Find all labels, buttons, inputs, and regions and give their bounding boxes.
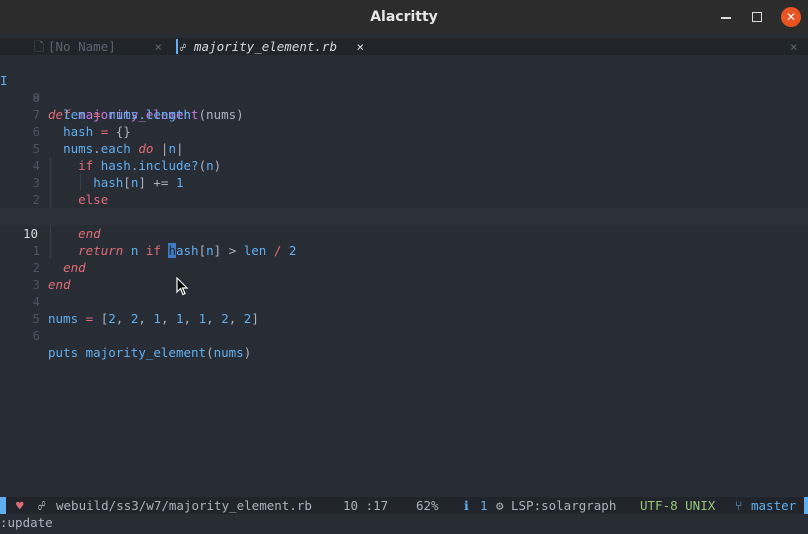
mouse-pointer-icon	[176, 277, 189, 296]
statusline-right-indicator	[804, 497, 808, 514]
ruby-icon: ♥	[16, 498, 24, 513]
tab-close-icon[interactable]: ×	[356, 38, 364, 55]
close-all-tabs-icon[interactable]: ×	[790, 38, 798, 55]
code-text: puts majority_element(nums)	[48, 345, 252, 360]
command-line[interactable]: :update	[0, 514, 53, 531]
encoding-status: UTF-8 UNIX	[640, 498, 716, 513]
statusline-percent: 62%	[416, 498, 439, 513]
tab-no-name[interactable]: 🗋 [No Name] ×	[30, 38, 172, 55]
code-line[interactable]: I 9 def majority_element(nums)	[0, 55, 808, 122]
info-icon: ℹ	[464, 498, 469, 513]
code-line[interactable]: 2 end	[0, 242, 808, 292]
editor-buffer[interactable]: I 9 def majority_element(nums) 8 len = n…	[0, 55, 808, 495]
window-title: Alacritty	[370, 9, 438, 25]
tab-label: majority_element.rb	[194, 39, 337, 54]
code-line[interactable]: 1 end	[0, 225, 808, 275]
code-line[interactable]: 3 else	[0, 157, 808, 208]
code-line[interactable]: 5	[0, 293, 808, 326]
statusline-file-path[interactable]: webuild/ss3/w7/majority_element.rb	[56, 497, 312, 514]
line-number: 6	[32, 328, 40, 343]
statusline: ♥ ☍ webuild/ss3/w7/majority_element.rb 1…	[0, 497, 808, 514]
code-line[interactable]: 6 puts majority_element(nums)	[0, 310, 808, 360]
code-line[interactable]: 4 hash[n] += 1	[0, 140, 808, 191]
tab-close-icon[interactable]: ×	[154, 38, 162, 55]
close-window-button[interactable]: ✕	[781, 7, 801, 27]
git-branch[interactable]: master	[751, 497, 796, 514]
file-path-icon: ☍	[38, 498, 46, 513]
file-icon: 🗋	[34, 39, 45, 54]
tab-majority-element[interactable]: ☍ majority_element.rb ×	[176, 38, 374, 55]
lsp-gear-icon: ⚙	[496, 498, 504, 513]
code-line[interactable]: 1 end	[0, 191, 808, 242]
code-line[interactable]: 8 len = nums.length	[0, 72, 808, 122]
code-line[interactable]: 2 hash[n] = 1	[0, 174, 808, 225]
minimize-button[interactable]	[716, 7, 736, 27]
code-line[interactable]: 3	[0, 259, 808, 292]
window-titlebar: Alacritty ✕	[0, 0, 808, 34]
tabline: 🗋 [No Name] × ☍ majority_element.rb ×	[0, 38, 808, 55]
maximize-button[interactable]	[747, 7, 767, 27]
lsp-status[interactable]: LSP:solargraph	[511, 497, 616, 514]
code-line[interactable]: 7 hash = {}	[0, 89, 808, 139]
current-code-line[interactable]: 10 return n if hash[n] > len / 2	[0, 208, 808, 259]
statusline-mode-indicator	[0, 497, 6, 514]
code-line[interactable]: 6 nums.each do |n|	[0, 106, 808, 156]
statusline-position: 10 :17	[343, 498, 389, 513]
git-branch-icon: ⑂	[735, 498, 743, 513]
tab-label: [No Name]	[48, 39, 116, 54]
code-line[interactable]: 5 if hash.include?(n)	[0, 123, 808, 174]
diagnostics-count[interactable]: 1	[480, 497, 488, 514]
code-line[interactable]: 4 nums = [2, 2, 1, 1, 1, 2, 2]	[0, 276, 808, 326]
